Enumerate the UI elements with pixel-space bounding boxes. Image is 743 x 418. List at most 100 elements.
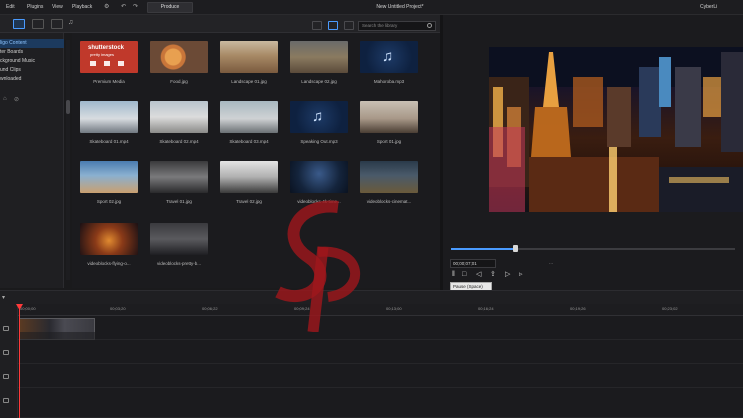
skateboard-03-thumb [220, 101, 278, 133]
menu-plugins[interactable]: Plugins [27, 4, 43, 10]
track-manager-icon[interactable]: ▾ [2, 294, 5, 301]
tile-label: videoblocks-cinemat... [366, 199, 412, 204]
video-track[interactable] [18, 364, 743, 388]
track-lock-icon[interactable] [3, 398, 9, 403]
delete-tag-icon[interactable]: ⊘ [14, 96, 19, 103]
tile-label: videoblocks-flying-o... [87, 261, 131, 266]
view-grid-button[interactable] [328, 21, 338, 30]
tile-label: videoblocks-pretty-b... [156, 261, 202, 266]
preview-scrubber-handle[interactable] [513, 245, 518, 252]
media-room-icon[interactable] [13, 19, 25, 29]
timeline-clip-audio[interactable] [19, 332, 95, 340]
track-headers [0, 304, 18, 418]
ruler-tick: 00;19;26 [570, 306, 586, 311]
audio-room-icon[interactable]: ♫ [68, 19, 80, 29]
video-4k-thumb [290, 161, 348, 193]
snapshot-icon[interactable]: ⇪ [490, 271, 496, 278]
tile-label: Sport 01.jpg [376, 139, 402, 144]
video-cinematic-thumb [360, 161, 418, 193]
music-note-icon: ♫ [312, 108, 324, 125]
project-title: New Untitled Project* [376, 4, 424, 10]
timeline-toolbar: ▾ [0, 290, 743, 304]
landscape-02-thumb [290, 41, 348, 73]
library-scrollbar[interactable] [66, 40, 70, 280]
tile-label: Skateboard 02.mp4 [159, 139, 199, 144]
ruler-tick: 00;06;22 [202, 306, 218, 311]
settings-icon[interactable]: ⚙ [104, 4, 109, 10]
tile-label: Travel 01.jpg [166, 199, 192, 204]
premium-logo-text: shutterstock [88, 45, 125, 51]
ruler-tick: 00;13;00 [386, 306, 402, 311]
travel-02-thumb [220, 161, 278, 193]
fx-room-icon[interactable] [32, 19, 44, 29]
ruler-tick: 00;16;24 [478, 306, 494, 311]
video-track[interactable] [18, 316, 743, 340]
sidebar-item-studio-content[interactable]: ligo Content [0, 39, 64, 48]
premium-media-thumb: shutterstock pretty images [80, 41, 138, 73]
stop-icon[interactable]: □ [462, 271, 466, 278]
ruler-tick: 00;09;24 [294, 306, 310, 311]
premium-logo-sub: pretty images [90, 52, 115, 57]
photo-icon [90, 61, 96, 66]
menu-bar: Edit Plugins View Playback ⚙ ↶ ↷ Produce… [0, 0, 743, 15]
audio-thumb: ♫ [290, 101, 348, 133]
skateboard-01-thumb [80, 101, 138, 133]
tile-label: Speaking Out.mp3 [300, 139, 338, 144]
search-input[interactable]: Search the library [358, 21, 436, 31]
view-list-button[interactable] [344, 21, 354, 30]
pause-icon[interactable]: ‖ [452, 271, 455, 278]
music-icon [118, 61, 124, 66]
fast-forward-icon[interactable]: ▹ [519, 271, 523, 278]
view-details-button[interactable] [312, 21, 322, 30]
undo-icon[interactable]: ↶ [121, 4, 126, 10]
preview-quality-dropdown[interactable]: ... [549, 260, 553, 266]
tile-label: Sport 02.jpg [96, 199, 122, 204]
previous-frame-icon[interactable]: ◁ [476, 271, 481, 278]
preview-video[interactable] [489, 47, 743, 212]
skateboard-02-thumb [150, 101, 208, 133]
menu-view[interactable]: View [52, 4, 63, 10]
tag-icon[interactable]: ⌂ [3, 96, 7, 102]
sidebar-item-color-boards[interactable]: ter Boards [0, 48, 64, 57]
food-thumb [150, 41, 208, 73]
sport-01-thumb [360, 101, 418, 133]
timeline-ruler[interactable]: 00;00;00 00;03;20 00;06;22 00;09;24 00;1… [18, 304, 743, 316]
tile-label: videoblocks-4k-time... [297, 199, 341, 204]
library-sidebar: ligo Content ter Boards ckground Music u… [0, 33, 64, 288]
ruler-tick: 00;00;00 [20, 306, 36, 311]
tile-label: Mahoroba.mp3 [373, 79, 405, 84]
tile-label: Premium Media [93, 79, 125, 84]
search-icon[interactable] [427, 23, 432, 28]
audio-track[interactable] [18, 388, 743, 418]
library-scroll-thumb[interactable] [66, 100, 70, 114]
timecode-display[interactable]: 00;00;07;01 [450, 259, 496, 268]
tile-label: Landscape 01.jpg [231, 79, 267, 84]
track-lock-icon[interactable] [3, 350, 9, 355]
playhead[interactable] [19, 304, 20, 418]
audio-track[interactable] [18, 340, 743, 364]
track-lock-icon[interactable] [3, 326, 9, 331]
video-flying-thumb [80, 223, 138, 255]
video-icon [104, 61, 110, 66]
redo-icon[interactable]: ↷ [133, 4, 138, 10]
sport-02-thumb [80, 161, 138, 193]
next-frame-icon[interactable]: ▷ [505, 271, 510, 278]
brand-label: CyberLi [700, 4, 718, 10]
ruler-tick: 00;23;02 [662, 306, 678, 311]
tile-label: Skateboard 03.mp4 [229, 139, 269, 144]
produce-button[interactable]: Produce [147, 2, 193, 13]
sidebar-item-sound-clips[interactable]: und Clips [0, 66, 64, 75]
tile-label: Travel 02.jpg [236, 199, 262, 204]
track-lock-icon[interactable] [3, 374, 9, 379]
media-library: shutterstock pretty images Premium Media… [72, 33, 440, 288]
video-pretty-thumb [150, 223, 208, 255]
sidebar-item-downloaded[interactable]: wnloaded [0, 75, 64, 84]
sidebar-item-background-music[interactable]: ckground Music [0, 57, 64, 66]
tile-label: Landscape 02.jpg [301, 79, 337, 84]
menu-edit[interactable]: Edit [6, 4, 15, 10]
menu-playback[interactable]: Playback [72, 4, 92, 10]
landscape-01-thumb [220, 41, 278, 73]
title-room-icon[interactable] [51, 19, 63, 29]
city-night-image [489, 47, 743, 212]
travel-01-thumb [150, 161, 208, 193]
